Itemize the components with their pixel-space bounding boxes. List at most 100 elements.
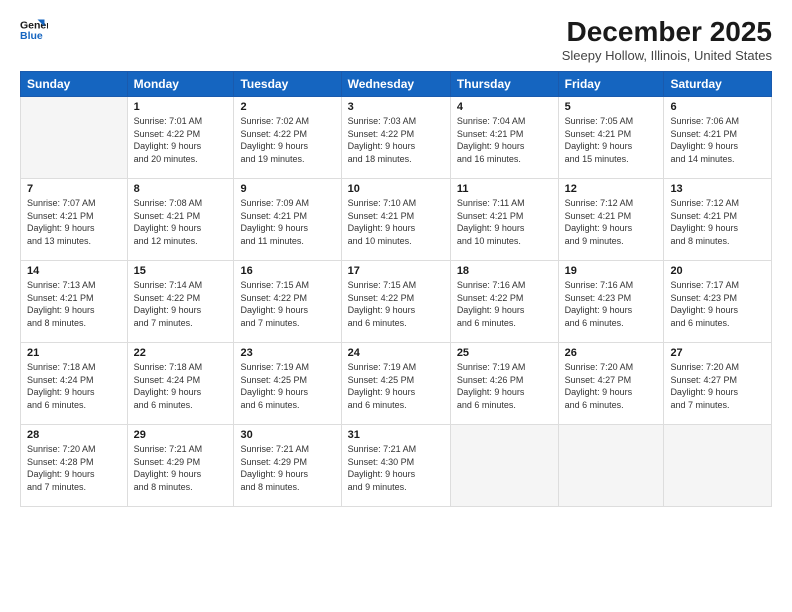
day-info: Sunrise: 7:19 AMSunset: 4:25 PMDaylight:… <box>240 361 334 411</box>
day-number: 9 <box>240 183 334 195</box>
calendar-day: 4 Sunrise: 7:04 AMSunset: 4:21 PMDaylight… <box>450 97 558 179</box>
day-number: 21 <box>27 347 121 359</box>
day-number: 26 <box>565 347 658 359</box>
day-info: Sunrise: 7:20 AMSunset: 4:27 PMDaylight:… <box>670 361 765 411</box>
calendar-week-3: 14 Sunrise: 7:13 AMSunset: 4:21 PMDayligh… <box>21 261 772 343</box>
col-monday: Monday <box>127 72 234 97</box>
calendar-week-5: 28 Sunrise: 7:20 AMSunset: 4:28 PMDayligh… <box>21 425 772 507</box>
day-info: Sunrise: 7:01 AMSunset: 4:22 PMDaylight:… <box>134 115 228 165</box>
calendar-day: 26Sunrise: 7:20 AMSunset: 4:27 PMDayligh… <box>558 343 664 425</box>
calendar-day: 12 Sunrise: 7:12 AMSunset: 4:21 PMDayligh… <box>558 179 664 261</box>
day-info: Sunrise: 7:02 AMSunset: 4:22 PMDaylight:… <box>240 115 334 165</box>
day-number: 20 <box>670 265 765 277</box>
day-number: 23 <box>240 347 334 359</box>
calendar-week-4: 21 Sunrise: 7:18 AMSunset: 4:24 PMDayligh… <box>21 343 772 425</box>
calendar-day: 19Sunrise: 7:16 AMSunset: 4:23 PMDayligh… <box>558 261 664 343</box>
col-saturday: Saturday <box>664 72 772 97</box>
day-number: 16 <box>240 265 334 277</box>
day-number: 14 <box>27 265 121 277</box>
month-title: December 2025 <box>562 16 772 48</box>
day-info: Sunrise: 7:08 AMSunset: 4:21 PMDaylight:… <box>134 197 228 247</box>
day-info: Sunrise: 7:04 AMSunset: 4:21 PMDaylight:… <box>457 115 552 165</box>
col-tuesday: Tuesday <box>234 72 341 97</box>
calendar-day: 10Sunrise: 7:10 AMSunset: 4:21 PMDayligh… <box>341 179 450 261</box>
day-info: Sunrise: 7:16 AMSunset: 4:22 PMDaylight:… <box>457 279 552 329</box>
calendar-day: 1 Sunrise: 7:01 AMSunset: 4:22 PMDaylight… <box>127 97 234 179</box>
logo-icon: General Blue <box>20 16 48 44</box>
day-number: 2 <box>240 101 334 113</box>
calendar-day <box>450 425 558 507</box>
calendar-day: 17 Sunrise: 7:15 AMSunset: 4:22 PMDayligh… <box>341 261 450 343</box>
day-info: Sunrise: 7:09 AMSunset: 4:21 PMDaylight:… <box>240 197 334 247</box>
day-number: 15 <box>134 265 228 277</box>
svg-text:Blue: Blue <box>20 30 43 42</box>
day-number: 18 <box>457 265 552 277</box>
calendar-day: 28 Sunrise: 7:20 AMSunset: 4:28 PMDayligh… <box>21 425 128 507</box>
col-thursday: Thursday <box>450 72 558 97</box>
day-info: Sunrise: 7:03 AMSunset: 4:22 PMDaylight:… <box>348 115 444 165</box>
calendar-day <box>21 97 128 179</box>
day-number: 28 <box>27 429 121 441</box>
day-info: Sunrise: 7:12 AMSunset: 4:21 PMDaylight:… <box>670 197 765 247</box>
title-block: December 2025 Sleepy Hollow, Illinois, U… <box>562 16 772 63</box>
calendar-day: 11Sunrise: 7:11 AMSunset: 4:21 PMDayligh… <box>450 179 558 261</box>
day-info: Sunrise: 7:13 AMSunset: 4:21 PMDaylight:… <box>27 279 121 329</box>
col-sunday: Sunday <box>21 72 128 97</box>
day-info: Sunrise: 7:21 AMSunset: 4:29 PMDaylight:… <box>134 443 228 493</box>
day-info: Sunrise: 7:21 AMSunset: 4:29 PMDaylight:… <box>240 443 334 493</box>
day-number: 19 <box>565 265 658 277</box>
day-number: 29 <box>134 429 228 441</box>
day-number: 13 <box>670 183 765 195</box>
calendar-day: 9 Sunrise: 7:09 AMSunset: 4:21 PMDaylight… <box>234 179 341 261</box>
day-info: Sunrise: 7:15 AMSunset: 4:22 PMDaylight:… <box>240 279 334 329</box>
page: General Blue December 2025 Sleepy Hollow… <box>0 0 792 612</box>
day-number: 25 <box>457 347 552 359</box>
day-number: 1 <box>134 101 228 113</box>
day-number: 30 <box>240 429 334 441</box>
day-info: Sunrise: 7:07 AMSunset: 4:21 PMDaylight:… <box>27 197 121 247</box>
day-info: Sunrise: 7:21 AMSunset: 4:30 PMDaylight:… <box>348 443 444 493</box>
calendar-header-row: Sunday Monday Tuesday Wednesday Thursday… <box>21 72 772 97</box>
calendar-day: 3 Sunrise: 7:03 AMSunset: 4:22 PMDaylight… <box>341 97 450 179</box>
calendar-day <box>664 425 772 507</box>
day-number: 17 <box>348 265 444 277</box>
header: General Blue December 2025 Sleepy Hollow… <box>20 16 772 63</box>
calendar-day: 31 Sunrise: 7:21 AMSunset: 4:30 PMDayligh… <box>341 425 450 507</box>
location: Sleepy Hollow, Illinois, United States <box>562 48 772 63</box>
calendar-day: 8 Sunrise: 7:08 AMSunset: 4:21 PMDaylight… <box>127 179 234 261</box>
day-number: 10 <box>348 183 444 195</box>
day-info: Sunrise: 7:19 AMSunset: 4:26 PMDaylight:… <box>457 361 552 411</box>
day-info: Sunrise: 7:18 AMSunset: 4:24 PMDaylight:… <box>134 361 228 411</box>
day-info: Sunrise: 7:15 AMSunset: 4:22 PMDaylight:… <box>348 279 444 329</box>
calendar-week-1: 1 Sunrise: 7:01 AMSunset: 4:22 PMDaylight… <box>21 97 772 179</box>
day-number: 6 <box>670 101 765 113</box>
calendar-body: 1 Sunrise: 7:01 AMSunset: 4:22 PMDaylight… <box>21 97 772 507</box>
day-info: Sunrise: 7:06 AMSunset: 4:21 PMDaylight:… <box>670 115 765 165</box>
day-number: 27 <box>670 347 765 359</box>
day-info: Sunrise: 7:20 AMSunset: 4:28 PMDaylight:… <box>27 443 121 493</box>
day-number: 8 <box>134 183 228 195</box>
day-number: 31 <box>348 429 444 441</box>
calendar-day: 14 Sunrise: 7:13 AMSunset: 4:21 PMDayligh… <box>21 261 128 343</box>
day-number: 4 <box>457 101 552 113</box>
calendar-day: 18 Sunrise: 7:16 AMSunset: 4:22 PMDayligh… <box>450 261 558 343</box>
calendar: Sunday Monday Tuesday Wednesday Thursday… <box>20 71 772 507</box>
day-info: Sunrise: 7:17 AMSunset: 4:23 PMDaylight:… <box>670 279 765 329</box>
calendar-day: 20 Sunrise: 7:17 AMSunset: 4:23 PMDayligh… <box>664 261 772 343</box>
col-wednesday: Wednesday <box>341 72 450 97</box>
calendar-day: 6 Sunrise: 7:06 AMSunset: 4:21 PMDaylight… <box>664 97 772 179</box>
calendar-day: 7Sunrise: 7:07 AMSunset: 4:21 PMDaylight… <box>21 179 128 261</box>
calendar-day: 15Sunrise: 7:14 AMSunset: 4:22 PMDayligh… <box>127 261 234 343</box>
calendar-day: 30 Sunrise: 7:21 AMSunset: 4:29 PMDayligh… <box>234 425 341 507</box>
calendar-day: 22Sunrise: 7:18 AMSunset: 4:24 PMDayligh… <box>127 343 234 425</box>
day-info: Sunrise: 7:18 AMSunset: 4:24 PMDaylight:… <box>27 361 121 411</box>
logo: General Blue <box>20 16 48 44</box>
calendar-week-2: 7Sunrise: 7:07 AMSunset: 4:21 PMDaylight… <box>21 179 772 261</box>
calendar-day: 23 Sunrise: 7:19 AMSunset: 4:25 PMDayligh… <box>234 343 341 425</box>
day-info: Sunrise: 7:19 AMSunset: 4:25 PMDaylight:… <box>348 361 444 411</box>
day-info: Sunrise: 7:12 AMSunset: 4:21 PMDaylight:… <box>565 197 658 247</box>
col-friday: Friday <box>558 72 664 97</box>
day-number: 3 <box>348 101 444 113</box>
day-number: 12 <box>565 183 658 195</box>
calendar-day: 2 Sunrise: 7:02 AMSunset: 4:22 PMDaylight… <box>234 97 341 179</box>
